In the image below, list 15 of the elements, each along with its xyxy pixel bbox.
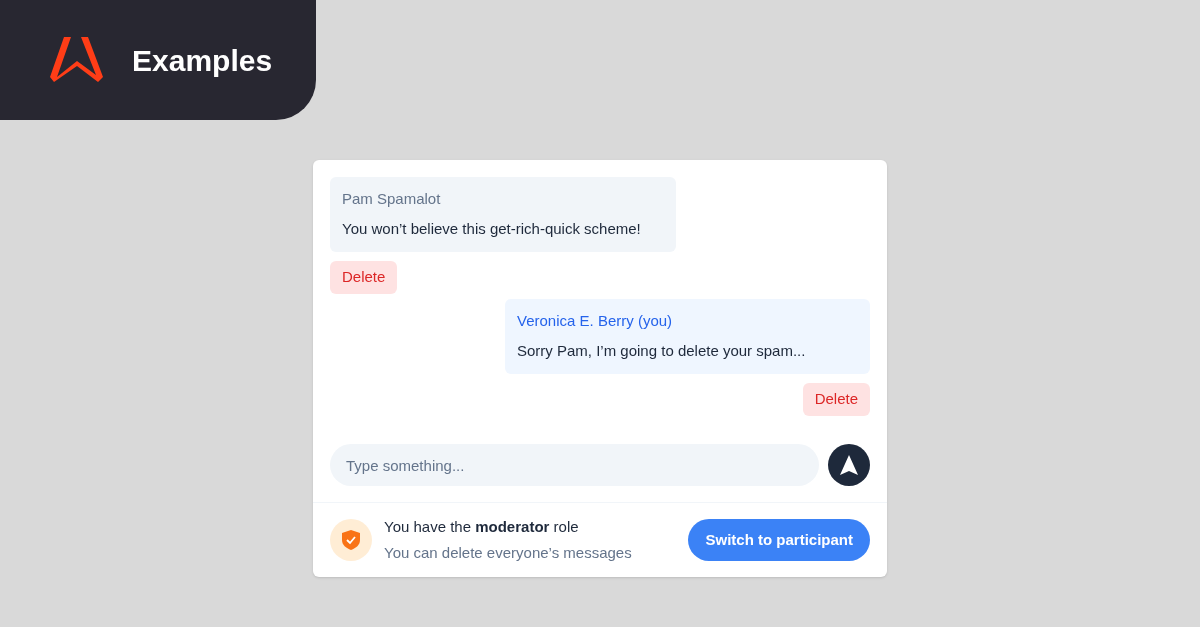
delete-button[interactable]: Delete <box>802 383 870 416</box>
author-name: Veronica E. Berry (you) <box>517 311 674 331</box>
delete-button[interactable]: Delete <box>330 261 398 294</box>
author-name: Pam Spamalot <box>342 189 442 209</box>
shield-check-icon <box>341 529 361 551</box>
send-icon <box>839 454 860 476</box>
header-title: Examples <box>132 42 273 79</box>
send-button[interactable] <box>828 444 870 486</box>
role-subtitle: You can delete everyone’s messages <box>384 543 632 563</box>
message-text: You won’t believe this get-rich-quick scheme! <box>342 218 642 239</box>
message-text: Sorry Pam, I’m going to delete your spam... <box>517 340 807 361</box>
switch-role-button[interactable]: Switch to participant <box>688 519 870 561</box>
role-title: You have the moderator role <box>384 516 580 537</box>
message-input[interactable]: Type something... <box>330 444 820 486</box>
logo-icon <box>48 35 106 85</box>
